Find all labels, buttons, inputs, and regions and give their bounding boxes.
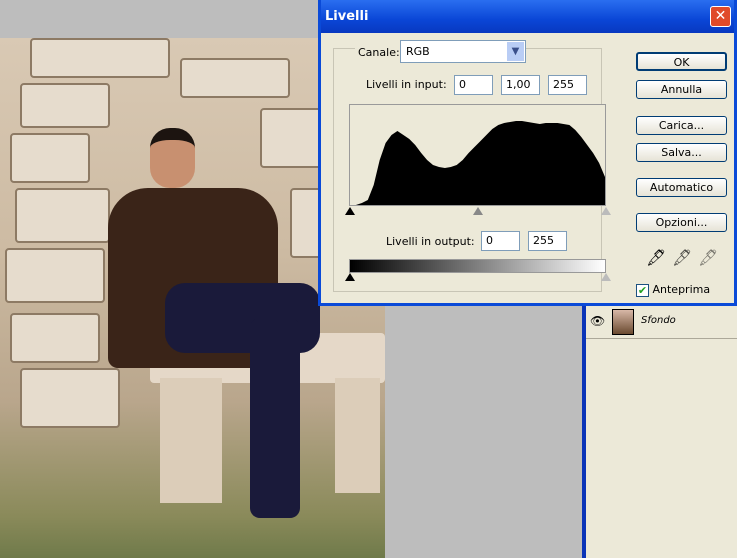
channel-label: Canale: xyxy=(355,46,403,59)
save-button[interactable]: Salva... xyxy=(636,143,727,162)
preview-label: Anteprima xyxy=(652,283,711,296)
eye-icon[interactable]: 👁 xyxy=(590,314,605,328)
load-button[interactable]: Carica... xyxy=(636,116,727,135)
check-icon[interactable]: ✔ xyxy=(636,283,649,297)
output-white-field[interactable]: 255 xyxy=(528,231,567,251)
layer-thumbnail xyxy=(612,309,634,335)
gray-eyedropper-icon[interactable]: 🖋 xyxy=(672,248,692,267)
layers-panel: 👁 Sfondo xyxy=(582,306,737,558)
channel-select[interactable]: RGB ▼ xyxy=(400,40,526,63)
output-black-field[interactable]: 0 xyxy=(481,231,520,251)
ok-button[interactable]: OK xyxy=(636,52,727,71)
layer-name[interactable]: Sfondo xyxy=(641,315,676,326)
output-levels-label: Livelli in output: xyxy=(386,235,475,248)
input-white-slider[interactable] xyxy=(601,207,611,215)
preview-checkbox[interactable]: ✔ Anteprima xyxy=(636,283,710,297)
options-button[interactable]: Opzioni... xyxy=(636,213,727,232)
levels-dialog: Livelli ✕ Canale: RGB ▼ Livelli in input:… xyxy=(318,0,737,306)
cancel-button[interactable]: Annulla xyxy=(636,80,727,99)
input-levels-label: Livelli in input: xyxy=(366,78,447,91)
auto-button[interactable]: Automatico xyxy=(636,178,727,197)
input-white-field[interactable]: 255 xyxy=(548,75,587,95)
histogram xyxy=(349,104,606,206)
output-black-slider[interactable] xyxy=(345,273,355,281)
black-eyedropper-icon[interactable]: 🖋 xyxy=(646,248,666,267)
close-button[interactable]: ✕ xyxy=(710,6,731,27)
input-gamma-field[interactable]: 1,00 xyxy=(501,75,540,95)
chevron-down-icon[interactable]: ▼ xyxy=(507,42,524,61)
dialog-title: Livelli xyxy=(321,0,734,33)
histogram-graph xyxy=(350,121,605,205)
output-white-slider[interactable] xyxy=(601,273,611,281)
channel-value: RGB xyxy=(406,45,430,58)
layer-row[interactable]: 👁 Sfondo xyxy=(586,306,737,339)
input-black-field[interactable]: 0 xyxy=(454,75,493,95)
white-eyedropper-icon[interactable]: 🖋 xyxy=(698,248,718,267)
input-black-slider[interactable] xyxy=(345,207,355,215)
histogram-area xyxy=(350,121,605,205)
input-gamma-slider[interactable] xyxy=(473,207,483,215)
output-gradient xyxy=(349,259,606,273)
